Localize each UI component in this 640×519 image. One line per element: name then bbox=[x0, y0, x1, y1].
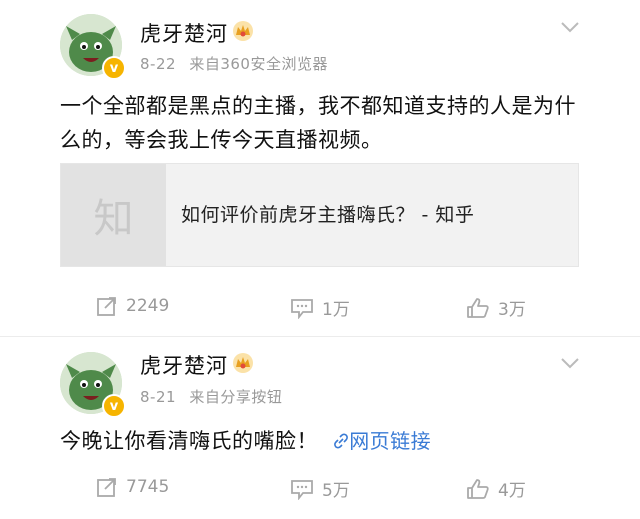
like-count: 4万 bbox=[498, 481, 526, 501]
like-icon bbox=[467, 478, 489, 499]
avatar[interactable]: v bbox=[60, 352, 126, 418]
like-icon bbox=[467, 297, 489, 318]
post-text: 一个全部都是黑点的主播，我不都知道支持的人是为什么的，等会我上传今天直播视频。 bbox=[60, 94, 576, 152]
post-actions: 2249 1万 3万 bbox=[0, 295, 640, 325]
vip-crown-icon bbox=[233, 353, 253, 373]
post-date: 8-21 bbox=[140, 388, 177, 406]
like-count: 3万 bbox=[498, 300, 526, 320]
post-source: 来自360安全浏览器 bbox=[189, 55, 328, 73]
comment-button[interactable]: 5万 bbox=[290, 476, 350, 501]
comment-count: 1万 bbox=[322, 300, 350, 320]
repost-button[interactable]: 7745 bbox=[96, 476, 169, 498]
author-name[interactable]: 虎牙楚河 bbox=[140, 350, 228, 380]
verified-badge-icon: v bbox=[102, 394, 126, 418]
repost-button[interactable]: 2249 bbox=[96, 295, 169, 317]
repost-count: 2249 bbox=[126, 296, 170, 316]
vip-crown-icon bbox=[233, 21, 253, 41]
repost-icon bbox=[97, 297, 116, 316]
post-meta: 8-21 来自分享按钮 bbox=[140, 386, 290, 407]
web-link-label: 网页链接 bbox=[349, 429, 432, 453]
link-icon bbox=[334, 433, 349, 449]
avatar[interactable]: v bbox=[60, 14, 126, 80]
web-link[interactable]: 网页链接 bbox=[333, 429, 431, 453]
weibo-post: v 虎牙楚河 8-21 来自分享按钮 今晚让你看清嗨氏的嘴脸！ 网页链接 774… bbox=[0, 340, 640, 519]
post-text: 今晚让你看清嗨氏的嘴脸！ 网页链接 bbox=[60, 424, 580, 458]
verified-badge-icon: v bbox=[102, 56, 126, 80]
post-source: 来自分享按钮 bbox=[189, 388, 283, 406]
post-meta: 8-22 来自360安全浏览器 bbox=[140, 53, 336, 74]
chevron-down-icon[interactable] bbox=[560, 356, 580, 370]
link-card-title: 如何评价前虎牙主播嗨氏？ - 知乎 bbox=[181, 204, 475, 226]
comment-button[interactable]: 1万 bbox=[290, 295, 350, 320]
like-button[interactable]: 4万 bbox=[466, 476, 526, 501]
repost-icon bbox=[97, 478, 116, 497]
comment-count: 5万 bbox=[322, 481, 350, 501]
post-divider bbox=[0, 336, 640, 337]
weibo-post: v 虎牙楚河 8-22 来自360安全浏览器 一个全部都是黑点的主播，我不都知道… bbox=[0, 0, 640, 330]
link-card[interactable]: 知 如何评价前虎牙主播嗨氏？ - 知乎 bbox=[60, 163, 579, 267]
author-name[interactable]: 虎牙楚河 bbox=[140, 18, 228, 48]
like-button[interactable]: 3万 bbox=[466, 295, 526, 320]
post-date: 8-22 bbox=[140, 55, 177, 73]
comment-icon bbox=[291, 298, 313, 319]
repost-count: 7745 bbox=[126, 477, 170, 497]
post-actions: 7745 5万 4万 bbox=[0, 476, 640, 506]
post-text-body: 今晚让你看清嗨氏的嘴脸！ bbox=[60, 429, 318, 453]
chevron-down-icon[interactable] bbox=[560, 20, 580, 34]
comment-icon bbox=[291, 479, 313, 500]
zhihu-thumb-icon: 知 bbox=[61, 164, 166, 266]
